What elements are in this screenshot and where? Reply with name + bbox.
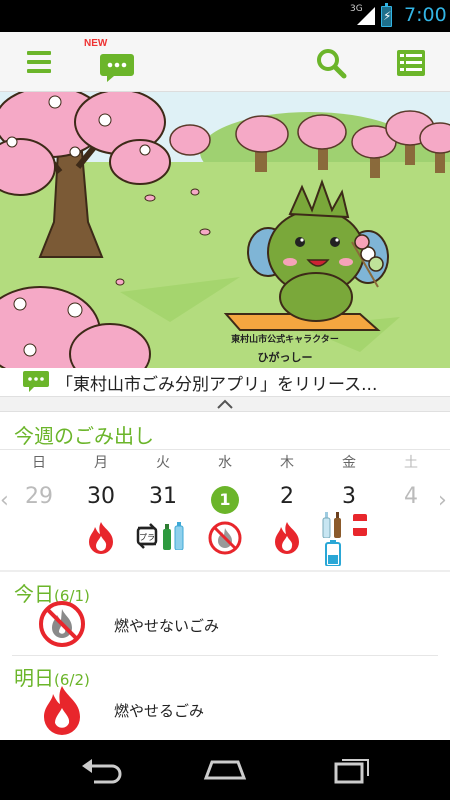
news-ticker[interactable]: 「東村山市ごみ分別アプリ」をリリース... [0, 368, 450, 396]
collapse-handle[interactable] [0, 396, 450, 412]
weekday-mon: 月 [94, 455, 108, 471]
battery-waste-icon [325, 540, 341, 566]
non-burnable-icon [39, 601, 85, 647]
status-time: 7:00 [404, 4, 447, 26]
date-cell[interactable]: 3 [329, 484, 369, 509]
green-bottle-icon [163, 524, 171, 550]
date-cell[interactable]: 31 [143, 484, 183, 509]
news-text: 「東村山市ごみ分別アプリ」をリリース... [56, 375, 378, 395]
list-icon [397, 50, 425, 76]
weekday-sun: 日 [32, 455, 46, 471]
menu-icon[interactable] [16, 40, 62, 86]
week-title: 今週のごみ出し [14, 424, 154, 448]
divider [0, 570, 450, 572]
system-nav-bar [0, 740, 450, 800]
caption-line-1: 東村山市公式キャラクター [231, 335, 339, 345]
divider [0, 449, 450, 450]
home-icon[interactable] [202, 756, 248, 784]
mascot-caption: 東村山市公式キャラクター ひがっしー [205, 332, 365, 365]
caption-line-2: ひがっしー [257, 351, 313, 364]
weekday-tue: 火 [156, 455, 170, 471]
plastic-recycle-icon: プラ [136, 523, 158, 549]
date-cell[interactable]: 2 [267, 484, 307, 509]
burnable-flame-icon [89, 522, 113, 554]
tomorrow-item: 燃やせるごみ [114, 702, 205, 720]
caret-up-icon [217, 399, 233, 409]
burnable-flame-icon [275, 522, 299, 554]
signal-icon [357, 7, 375, 25]
glass-bottles-icon [322, 512, 341, 538]
non-burnable-icon [208, 521, 242, 555]
date-cell[interactable]: 4 [391, 484, 431, 509]
today-item: 燃やせないごみ [114, 617, 220, 635]
recent-apps-icon[interactable] [328, 756, 374, 784]
news-button[interactable]: NEW [84, 38, 140, 86]
weekday-wed: 水 [218, 455, 232, 471]
date-cell-today[interactable]: 1 [205, 490, 245, 509]
pet-bottle-icon [174, 522, 184, 550]
burnable-flame-icon [44, 686, 80, 735]
mascot-illustration [0, 92, 450, 368]
can-icon [353, 514, 367, 536]
status-bar: 3G ⚡ 7:00 [0, 0, 450, 32]
divider [12, 655, 438, 656]
battery-icon: ⚡ [381, 3, 392, 27]
svg-text:プラ: プラ [139, 533, 155, 542]
weekday-fri: 金 [342, 455, 356, 471]
weekday-sat: 土 [404, 455, 418, 471]
back-icon[interactable] [78, 756, 124, 784]
date-row: 29 30 31 1 2 3 4 [0, 484, 450, 518]
list-view-button[interactable] [388, 40, 434, 86]
chat-bubble-icon [100, 54, 134, 82]
weekday-header: 日 月 火 水 木 金 土 [0, 452, 450, 474]
weekday-thu: 木 [280, 455, 294, 471]
banner-image[interactable] [0, 92, 450, 368]
date-cell[interactable]: 29 [19, 484, 59, 509]
action-bar: NEW [0, 32, 450, 92]
date-cell[interactable]: 30 [81, 484, 121, 509]
search-button[interactable] [308, 40, 354, 86]
news-bubble-icon [23, 371, 49, 392]
search-icon [317, 49, 347, 79]
